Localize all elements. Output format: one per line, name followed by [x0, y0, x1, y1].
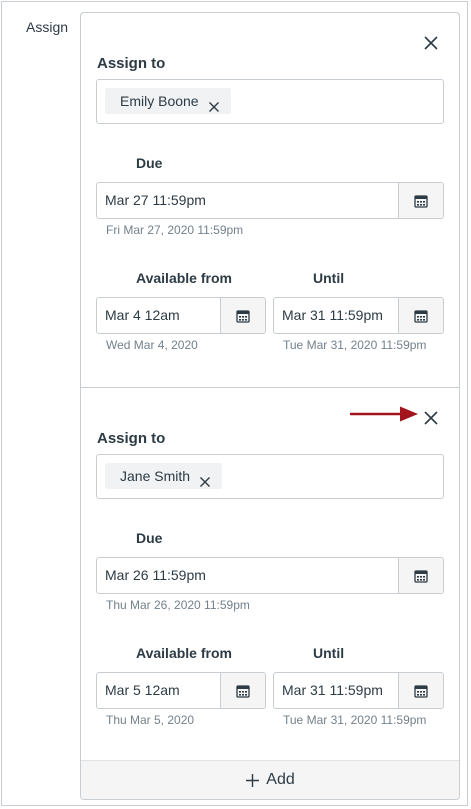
- until-value[interactable]: Mar 31 11:59pm: [274, 673, 398, 708]
- close-icon: [424, 36, 438, 50]
- assign-to-input[interactable]: Jane Smith: [96, 454, 444, 499]
- due-date-value[interactable]: Mar 26 11:59pm: [97, 558, 398, 593]
- available-from-calendar-button[interactable]: [220, 298, 265, 333]
- assign-section: Assign Assign to Emily Boone Due Mar 27 …: [1, 1, 468, 806]
- calendar-icon: [414, 569, 428, 583]
- calendar-icon: [414, 684, 428, 698]
- available-from-value[interactable]: Mar 5 12am: [97, 673, 220, 708]
- arrow-right-icon: [350, 406, 418, 422]
- available-from-input[interactable]: Mar 4 12am: [96, 297, 266, 334]
- due-label: Due: [136, 530, 163, 546]
- remove-assignee-button[interactable]: [199, 470, 211, 487]
- until-label: Until: [313, 645, 345, 661]
- available-from-helper: Wed Mar 4, 2020: [106, 338, 198, 352]
- due-date-value[interactable]: Mar 27 11:59pm: [97, 183, 398, 218]
- assignee-token: Emily Boone: [105, 88, 231, 114]
- until-value[interactable]: Mar 31 11:59pm: [274, 298, 398, 333]
- plus-icon: [246, 773, 260, 787]
- assignee-name: Emily Boone: [120, 93, 199, 109]
- remove-card-button[interactable]: [423, 35, 439, 51]
- available-from-value[interactable]: Mar 4 12am: [97, 298, 220, 333]
- add-assignment-button[interactable]: Add: [81, 760, 459, 799]
- until-input[interactable]: Mar 31 11:59pm: [273, 672, 444, 709]
- due-label: Due: [136, 155, 163, 171]
- assign-to-input[interactable]: Emily Boone: [96, 79, 444, 124]
- due-date-helper: Fri Mar 27, 2020 11:59pm: [106, 223, 244, 237]
- until-input[interactable]: Mar 31 11:59pm: [273, 297, 444, 334]
- until-helper: Tue Mar 31, 2020 11:59pm: [283, 338, 427, 352]
- calendar-icon: [414, 194, 428, 208]
- available-from-calendar-button[interactable]: [220, 673, 265, 708]
- due-date-input[interactable]: Mar 27 11:59pm: [96, 182, 444, 219]
- close-icon: [208, 102, 219, 112]
- available-from-helper: Thu Mar 5, 2020: [106, 713, 195, 727]
- assignee-name: Jane Smith: [120, 468, 191, 484]
- until-calendar-button[interactable]: [398, 298, 443, 333]
- until-helper: Tue Mar 31, 2020 11:59pm: [283, 713, 427, 727]
- available-from-input[interactable]: Mar 5 12am: [96, 672, 266, 709]
- until-label: Until: [313, 270, 345, 286]
- available-from-label: Available from: [136, 270, 232, 286]
- assign-section-label: Assign: [26, 19, 69, 35]
- remove-assignee-button[interactable]: [208, 95, 220, 112]
- calendar-icon: [236, 684, 250, 698]
- assign-to-label: Assign to: [97, 55, 166, 72]
- due-calendar-button[interactable]: [398, 183, 443, 218]
- add-label: Add: [266, 771, 295, 788]
- due-date-helper: Thu Mar 26, 2020 11:59pm: [106, 598, 250, 612]
- available-from-label: Available from: [136, 645, 232, 661]
- calendar-icon: [236, 309, 250, 323]
- due-calendar-button[interactable]: [398, 558, 443, 593]
- close-icon: [424, 411, 438, 425]
- assignment-card: Assign to Emily Boone Due Mar 27 11:59pm: [81, 13, 459, 388]
- remove-card-button[interactable]: [423, 410, 439, 426]
- until-calendar-button[interactable]: [398, 673, 443, 708]
- due-date-input[interactable]: Mar 26 11:59pm: [96, 557, 444, 594]
- assign-to-label: Assign to: [97, 430, 166, 447]
- assignee-token: Jane Smith: [105, 463, 223, 489]
- assignment-card: Assign to Jane Smith Due Mar 26 11:59pm: [81, 388, 459, 762]
- calendar-icon: [414, 309, 428, 323]
- close-icon: [200, 477, 211, 487]
